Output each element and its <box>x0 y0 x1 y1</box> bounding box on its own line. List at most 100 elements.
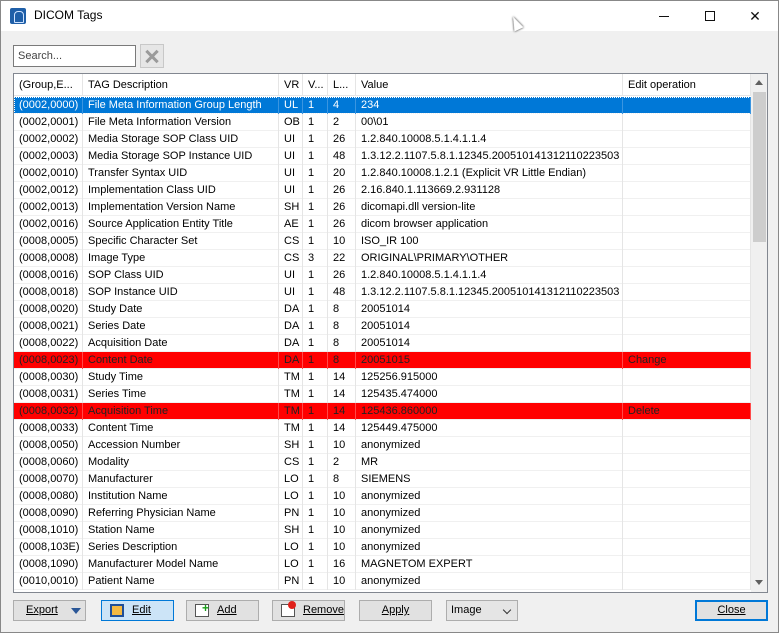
minimize-button[interactable] <box>641 1 687 31</box>
cell-vm: 1 <box>303 301 328 318</box>
cell-tag-description: File Meta Information Group Length <box>83 97 279 114</box>
cell-value: dicom browser application <box>356 216 623 233</box>
cell-length: 4 <box>328 97 356 114</box>
cell-vr: SH <box>279 199 303 216</box>
column-header-vm[interactable]: V... <box>303 74 328 96</box>
add-button[interactable]: Add <box>186 599 259 621</box>
cell-tag-description: Acquisition Time <box>83 403 279 420</box>
table-row[interactable]: (0002,0010) Transfer Syntax UID UI 1 20 1.2.8… <box>14 165 751 182</box>
table-row[interactable]: (0008,0005) Specific Character Set CS 1 10 IS… <box>14 233 751 250</box>
table-row[interactable]: (0008,0032) Acquisition Time TM 1 14 125436.8… <box>14 403 751 420</box>
table-row[interactable]: (0002,0002) Media Storage SOP Class UID UI… <box>14 131 751 148</box>
edit-button[interactable]: Edit <box>101 600 174 621</box>
table-row[interactable]: (0002,0003) Media Storage SOP Instance UI… <box>14 148 751 165</box>
cell-length: 8 <box>328 352 356 369</box>
clear-search-button[interactable] <box>140 44 164 68</box>
search-input[interactable] <box>13 45 136 67</box>
column-header-group-element[interactable]: (Group,E... <box>14 74 83 96</box>
cell-group-element: (0008,1010) <box>14 522 83 539</box>
remove-button[interactable]: Remove <box>272 600 345 621</box>
cell-value: 20051014 <box>356 301 623 318</box>
table-row[interactable]: (0008,1090) Manufacturer Model Name LO 1 16 M… <box>14 556 751 573</box>
maximize-button[interactable] <box>687 1 733 31</box>
table-row[interactable]: (0002,0013) Implementation Version Name SH… <box>14 199 751 216</box>
window-title: DICOM Tags <box>34 8 103 22</box>
cell-tag-description: Specific Character Set <box>83 233 279 250</box>
table-row[interactable]: (0008,0030) Study Time TM 1 14 125256.915000 <box>14 369 751 386</box>
table-row[interactable]: (0008,0033) Content Time TM 1 14 125449.47500… <box>14 420 751 437</box>
cell-edit-operation: Change <box>623 352 751 369</box>
cell-length: 26 <box>328 267 356 284</box>
table-row[interactable]: (0008,0023) Content Date DA 1 8 20051015 Chang… <box>14 352 751 369</box>
table-row[interactable]: (0008,1010) Station Name SH 1 10 anonymized <box>14 522 751 539</box>
cell-value: ORIGINAL\PRIMARY\OTHER <box>356 250 623 267</box>
table-row[interactable]: (0008,0020) Study Date DA 1 8 20051014 <box>14 301 751 318</box>
cell-vm: 1 <box>303 573 328 590</box>
close-window-button[interactable]: ✕ <box>732 1 778 31</box>
table-row[interactable]: (0008,0050) Accession Number SH 1 10 anonymiz… <box>14 437 751 454</box>
image-select[interactable]: Image <box>446 600 518 621</box>
vertical-scrollbar[interactable] <box>751 74 767 592</box>
column-header-value[interactable]: Value <box>356 74 623 96</box>
table-row[interactable]: (0010,0010) Patient Name PN 1 10 anonymized <box>14 573 751 590</box>
cell-edit-operation <box>623 505 751 522</box>
table-row[interactable]: (0008,0031) Series Time TM 1 14 125435.474000 <box>14 386 751 403</box>
cell-value: 20051014 <box>356 318 623 335</box>
cell-vr: CS <box>279 454 303 471</box>
cell-value: 2.16.840.1.113669.2.931128 <box>356 182 623 199</box>
cell-group-element: (0008,0030) <box>14 369 83 386</box>
table-row[interactable]: (0008,0060) Modality CS 1 2 MR <box>14 454 751 471</box>
apply-button[interactable]: Apply <box>359 600 432 621</box>
cell-edit-operation: Delete <box>623 403 751 420</box>
cell-group-element: (0008,0033) <box>14 420 83 437</box>
cell-edit-operation <box>623 250 751 267</box>
cell-length: 8 <box>328 335 356 352</box>
cell-length: 14 <box>328 403 356 420</box>
cell-group-element: (0008,0016) <box>14 267 83 284</box>
table-header: (Group,E... TAG Description VR V... L...… <box>14 74 751 96</box>
table-row[interactable]: (0008,0021) Series Date DA 1 8 20051014 <box>14 318 751 335</box>
table-row[interactable]: (0008,0090) Referring Physician Name PN 1 10… <box>14 505 751 522</box>
table-row[interactable]: (0008,0022) Acquisition Date DA 1 8 20051014 <box>14 335 751 352</box>
edit-label: Edit <box>132 604 151 616</box>
cell-tag-description: Implementation Version Name <box>83 199 279 216</box>
dicom-tags-table[interactable]: (Group,E... TAG Description VR V... L...… <box>13 73 768 593</box>
cell-edit-operation <box>623 335 751 352</box>
column-header-edit-operation[interactable]: Edit operation <box>623 74 751 96</box>
cell-vr: UI <box>279 148 303 165</box>
dropdown-arrow-icon[interactable] <box>71 608 81 614</box>
cell-value: ISO_IR 100 <box>356 233 623 250</box>
cell-length: 14 <box>328 420 356 437</box>
scroll-up-arrow-icon[interactable] <box>755 80 763 85</box>
scroll-down-arrow-icon[interactable] <box>755 580 763 585</box>
scrollbar-thumb[interactable] <box>753 92 766 242</box>
table-row[interactable]: (0002,0012) Implementation Class UID UI 1 26… <box>14 182 751 199</box>
table-row[interactable]: (0002,0016) Source Application Entity Tit… <box>14 216 751 233</box>
cell-value: anonymized <box>356 573 623 590</box>
cell-group-element: (0002,0010) <box>14 165 83 182</box>
cell-value: 234 <box>356 97 623 114</box>
cell-vr: UI <box>279 165 303 182</box>
close-button[interactable]: Close <box>695 600 768 621</box>
table-row[interactable]: (0008,0008) Image Type CS 3 22 ORIGINAL\PRIMA… <box>14 250 751 267</box>
table-row[interactable]: (0008,0080) Institution Name LO 1 10 anonymiz… <box>14 488 751 505</box>
cell-group-element: (0008,0005) <box>14 233 83 250</box>
table-row[interactable]: (0008,0018) SOP Instance UID UI 1 48 1.3.12.2… <box>14 284 751 301</box>
cell-vm: 1 <box>303 335 328 352</box>
cell-group-element: (0008,0031) <box>14 386 83 403</box>
table-row[interactable]: (0002,0001) File Meta Information Version… <box>14 114 751 131</box>
cell-tag-description: Manufacturer Model Name <box>83 556 279 573</box>
cell-edit-operation <box>623 131 751 148</box>
cell-tag-description: Referring Physician Name <box>83 505 279 522</box>
table-row[interactable]: (0002,0000) File Meta Information Group L… <box>14 97 751 114</box>
table-row[interactable]: (0008,103E) Series Description LO 1 10 anonym… <box>14 539 751 556</box>
column-header-length[interactable]: L... <box>328 74 356 96</box>
cell-length: 2 <box>328 114 356 131</box>
dicom-tags-window: DICOM Tags ✕ (Group,E... TAG Description… <box>0 0 779 633</box>
export-button[interactable]: Export <box>13 600 86 621</box>
column-header-tag-description[interactable]: TAG Description <box>83 74 279 96</box>
table-row[interactable]: (0008,0016) SOP Class UID UI 1 26 1.2.840.100… <box>14 267 751 284</box>
column-header-vr[interactable]: VR <box>279 74 303 96</box>
table-row[interactable]: (0008,0070) Manufacturer LO 1 8 SIEMENS <box>14 471 751 488</box>
maximize-icon <box>705 11 715 21</box>
